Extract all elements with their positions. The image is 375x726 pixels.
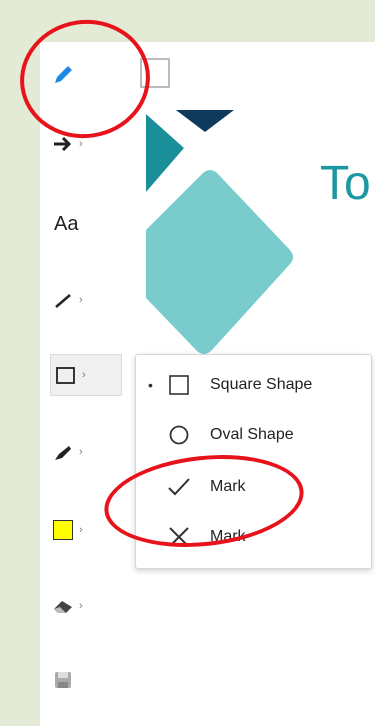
chevron-right-icon: › bbox=[79, 446, 83, 458]
logo-teal-shape bbox=[146, 114, 184, 192]
circle-icon bbox=[166, 422, 192, 448]
logo-navy-shape bbox=[176, 110, 234, 132]
toolbar-shape-button[interactable]: › bbox=[50, 354, 122, 396]
save-icon bbox=[48, 665, 78, 695]
toolbar-save-button[interactable] bbox=[48, 660, 124, 700]
canvas-title: To bbox=[320, 157, 371, 210]
text-icon: Aa bbox=[54, 212, 79, 235]
chevron-right-icon: › bbox=[79, 294, 83, 306]
logo-diamond-shape bbox=[146, 170, 293, 354]
logo-graphic bbox=[146, 110, 293, 354]
selected-bullet: • bbox=[148, 377, 153, 393]
color-swatch-icon bbox=[48, 515, 78, 545]
shape-icon bbox=[51, 360, 81, 390]
line-icon bbox=[48, 285, 78, 315]
chevron-right-icon: › bbox=[79, 524, 83, 536]
chevron-right-icon: › bbox=[82, 369, 86, 381]
menu-item-oval[interactable]: Oval Shape bbox=[136, 415, 371, 455]
toolbar-line-button[interactable]: › bbox=[48, 280, 124, 320]
menu-item-square[interactable]: • Square Shape bbox=[136, 365, 371, 405]
chevron-right-icon: › bbox=[79, 138, 83, 150]
marker-icon bbox=[48, 437, 78, 467]
toolbar-text-button[interactable]: Aa bbox=[48, 204, 124, 244]
chevron-right-icon: › bbox=[79, 600, 83, 612]
eraser-icon bbox=[48, 591, 78, 621]
toolbar-marker-button[interactable]: › bbox=[48, 432, 124, 472]
menu-item-label: Square Shape bbox=[210, 376, 313, 393]
square-icon bbox=[166, 372, 192, 398]
menu-item-label: Oval Shape bbox=[210, 426, 294, 443]
toolbar-eraser-button[interactable]: › bbox=[48, 586, 124, 626]
